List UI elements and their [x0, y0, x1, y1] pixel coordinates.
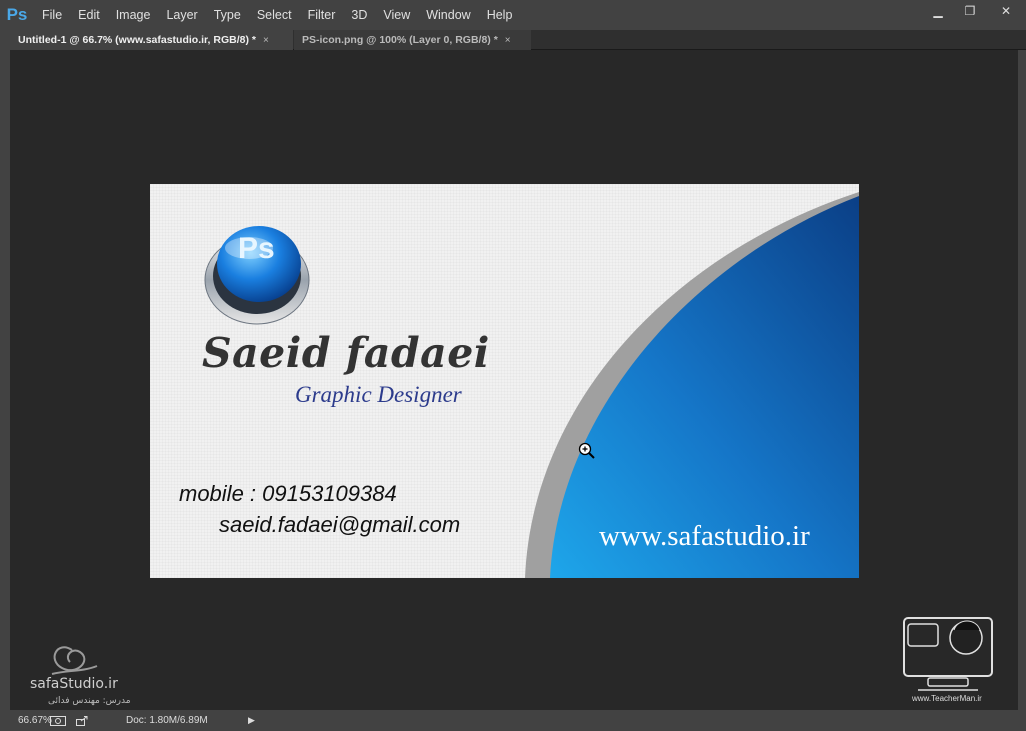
watermark-subtitle: مدرس: مهندس فدائی — [48, 696, 131, 706]
close-icon[interactable]: ✕ — [986, 0, 1026, 22]
menu-layer[interactable]: Layer — [158, 0, 205, 30]
menu-bar: Ps File Edit Image Layer Type Select Fil… — [0, 0, 1026, 30]
menu-edit[interactable]: Edit — [70, 0, 108, 30]
teacherman-watermark-logo-icon — [903, 617, 993, 691]
card-role: Graphic Designer — [295, 382, 462, 407]
document-size-info: Doc: 1.80M/6.89M — [126, 715, 208, 726]
menu-image[interactable]: Image — [108, 0, 159, 30]
tab-label: Untitled-1 @ 66.7% (www.safastudio.ir, R… — [18, 34, 256, 46]
menu-type[interactable]: Type — [206, 0, 249, 30]
window-controls: ▁ ❐ ✕ — [922, 0, 1026, 22]
card-mobile: mobile : 09153109384 — [179, 481, 397, 506]
card-website: www.safastudio.ir — [599, 520, 810, 552]
watermark-right-brand: www.TeacherMan.ir — [912, 694, 982, 703]
menu-filter[interactable]: Filter — [300, 0, 344, 30]
zoom-level-field[interactable]: 66.67% — [0, 715, 52, 726]
menu-help[interactable]: Help — [479, 0, 521, 30]
tab-label: PS-icon.png @ 100% (Layer 0, RGB/8) * — [302, 34, 498, 46]
photoshop-logo-icon: Ps — [6, 5, 28, 24]
card-email: saeid.fadaei@gmail.com — [219, 512, 461, 537]
menu-view[interactable]: View — [375, 0, 418, 30]
tab-close-icon[interactable]: × — [505, 35, 511, 46]
restore-icon[interactable]: ❐ — [954, 0, 986, 22]
document-tab-bar: Untitled-1 @ 66.7% (www.safastudio.ir, R… — [0, 30, 1026, 50]
minimize-icon[interactable]: ▁ — [922, 0, 954, 22]
menu-select[interactable]: Select — [249, 0, 300, 30]
card-name: Saeid fadaei — [202, 329, 490, 377]
left-frame — [0, 30, 10, 731]
watermark-brand: safaStudio.ir — [30, 676, 118, 692]
business-card-canvas[interactable]: Ps Saeid fadaei Graphic Designer mobile … — [150, 184, 859, 578]
tab-ps-icon[interactable]: PS-icon.png @ 100% (Layer 0, RGB/8) * × — [294, 30, 531, 50]
zoom-in-cursor-icon — [578, 442, 595, 459]
vertical-scrollbar[interactable] — [1018, 50, 1026, 710]
share-icon[interactable] — [70, 715, 94, 726]
status-bar: 66.67% Doc: 1.80M/6.89M ▶ — [0, 710, 1026, 731]
proof-setup-icon[interactable] — [46, 715, 70, 726]
status-menu-arrow-icon[interactable]: ▶ — [248, 715, 255, 726]
ps-orb-text: Ps — [238, 232, 275, 265]
tab-untitled-1[interactable]: Untitled-1 @ 66.7% (www.safastudio.ir, R… — [10, 30, 293, 50]
menu-file[interactable]: File — [34, 0, 70, 30]
tab-close-icon[interactable]: × — [263, 35, 269, 46]
menu-window[interactable]: Window — [418, 0, 478, 30]
menu-3d[interactable]: 3D — [343, 0, 375, 30]
